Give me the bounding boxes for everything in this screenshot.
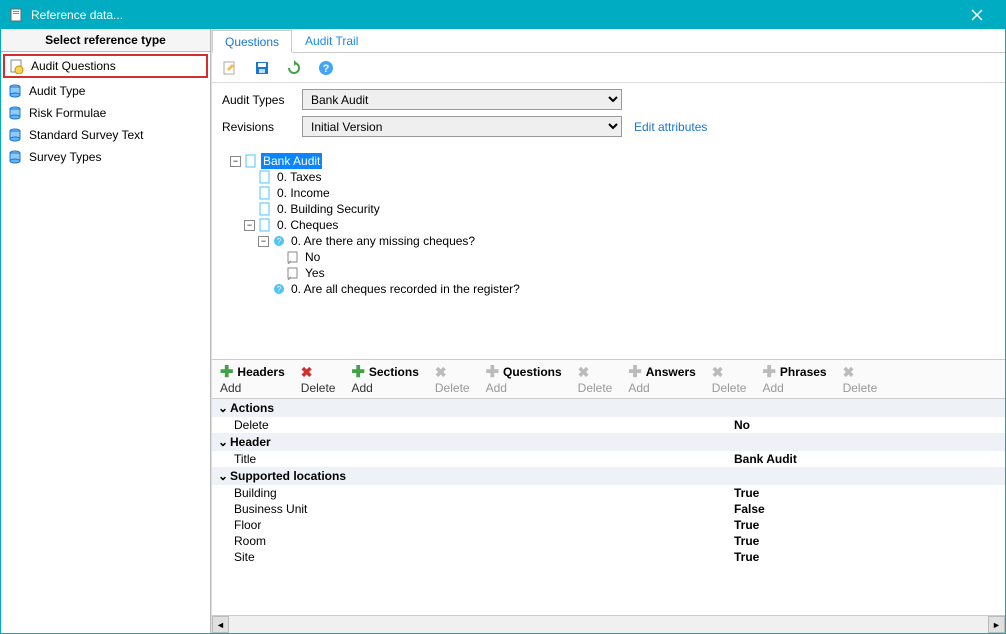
plus-icon: ✚ [220,362,233,382]
scroll-right-arrow[interactable]: ► [988,616,1005,633]
headers-add[interactable]: ✚HeadersAdd [212,360,293,398]
property-grid: ⌄Actions DeleteNo ⌄Header TitleBank Audi… [212,399,1005,565]
refresh-button[interactable] [284,58,304,78]
phrases-add[interactable]: ✚PhrasesAdd [754,360,834,398]
barrel-icon [7,83,23,99]
save-button[interactable] [252,58,272,78]
revisions-label: Revisions [222,120,302,134]
answer-icon [286,266,300,280]
chevron-down-icon: ⌄ [218,435,230,449]
sidebar-item-audit-questions[interactable]: Audit Questions [3,54,208,78]
edit-attributes-link[interactable]: Edit attributes [634,120,707,134]
edit-button[interactable] [220,58,240,78]
doc-icon [258,202,272,216]
scroll-track[interactable] [229,616,988,633]
tree-toggle[interactable]: − [230,156,241,167]
help-button[interactable]: ? [316,58,336,78]
plus-icon: ✚ [486,362,499,382]
tab-questions[interactable]: Questions [212,30,292,53]
barrel-icon [7,127,23,143]
question-icon: ? [272,282,286,296]
sidebar-item-audit-type[interactable]: Audit Type [1,80,210,102]
svg-text:?: ? [277,237,282,246]
pg-row[interactable]: RoomTrue [212,533,1005,549]
tree-node[interactable]: 0. Taxes [275,169,323,185]
sections-add[interactable]: ✚SectionsAdd [343,360,426,398]
delete-icon: ✖ [712,364,724,381]
sidebar-item-survey-types[interactable]: Survey Types [1,146,210,168]
pg-section-header[interactable]: ⌄Header [212,433,1005,451]
tree-node[interactable]: Yes [303,265,327,281]
sections-delete[interactable]: ✖Delete [427,360,478,398]
doc-icon [244,154,258,168]
pg-row[interactable]: DeleteNo [212,417,1005,433]
question-icon: ? [272,234,286,248]
svg-text:?: ? [277,285,282,294]
tree-toggle[interactable]: − [244,220,255,231]
tabs: Questions Audit Trail [212,29,1005,53]
action-bar: ✚HeadersAdd ✖Delete ✚SectionsAdd ✖Delete… [212,359,1005,399]
pg-row[interactable]: SiteTrue [212,549,1005,565]
tree-node[interactable]: 0. Are all cheques recorded in the regis… [289,281,522,297]
close-button[interactable] [957,1,997,29]
titlebar: Reference data... [1,1,1005,29]
sidebar-item-label: Audit Questions [31,59,116,73]
barrel-icon [7,105,23,121]
questions-delete[interactable]: ✖Delete [570,360,621,398]
svg-text:?: ? [323,63,330,75]
window-title: Reference data... [31,8,957,22]
plus-icon: ✚ [351,362,364,382]
sidebar: Select reference type Audit Questions Au… [1,29,211,633]
tree-node[interactable]: 0. Building Security [275,201,382,217]
phrases-delete[interactable]: ✖Delete [835,360,886,398]
tree: − Bank Audit 0. Taxes 0. Income 0. Buildi… [212,149,1005,359]
headers-delete[interactable]: ✖Delete [293,360,344,398]
tree-node[interactable]: 0. Cheques [275,217,340,233]
doc-icon [258,186,272,200]
chevron-down-icon: ⌄ [218,469,230,483]
questions-add[interactable]: ✚QuestionsAdd [478,360,570,398]
audit-types-select[interactable]: Bank Audit [302,89,622,110]
doc-icon [258,218,272,232]
tree-node[interactable]: 0. Are there any missing cheques? [289,233,477,249]
horizontal-scrollbar[interactable]: ◄ ► [212,615,1005,633]
tree-node[interactable]: 0. Income [275,185,332,201]
answer-icon [286,250,300,264]
tree-toggle[interactable]: − [258,236,269,247]
sidebar-item-label: Risk Formulae [29,106,106,120]
sidebar-item-label: Audit Type [29,84,85,98]
tree-root[interactable]: Bank Audit [261,153,322,169]
audit-types-label: Audit Types [222,93,302,107]
sidebar-item-standard-survey-text[interactable]: Standard Survey Text [1,124,210,146]
scroll-left-arrow[interactable]: ◄ [212,616,229,633]
app-icon [9,7,25,23]
pg-section-locations[interactable]: ⌄Supported locations [212,467,1005,485]
plus-icon: ✚ [762,362,775,382]
delete-icon: ✖ [301,364,313,381]
pg-row[interactable]: BuildingTrue [212,485,1005,501]
sidebar-item-risk-formulae[interactable]: Risk Formulae [1,102,210,124]
delete-icon: ✖ [843,364,855,381]
doc-icon [258,170,272,184]
toolbar: ? [212,53,1005,83]
chevron-down-icon: ⌄ [218,401,230,415]
answers-delete[interactable]: ✖Delete [704,360,755,398]
tree-node[interactable]: No [303,249,322,265]
revisions-select[interactable]: Initial Version [302,116,622,137]
tab-audit-trail[interactable]: Audit Trail [292,29,371,52]
delete-icon: ✖ [435,364,447,381]
pg-row[interactable]: TitleBank Audit [212,451,1005,467]
pg-section-actions[interactable]: ⌄Actions [212,399,1005,417]
delete-icon: ✖ [578,364,590,381]
sidebar-item-label: Standard Survey Text [29,128,144,142]
questions-icon [9,58,25,74]
plus-icon: ✚ [628,362,641,382]
pg-row[interactable]: FloorTrue [212,517,1005,533]
sidebar-item-label: Survey Types [29,150,101,164]
pg-row[interactable]: Business UnitFalse [212,501,1005,517]
barrel-icon [7,149,23,165]
sidebar-header: Select reference type [1,29,210,52]
answers-add[interactable]: ✚AnswersAdd [620,360,703,398]
